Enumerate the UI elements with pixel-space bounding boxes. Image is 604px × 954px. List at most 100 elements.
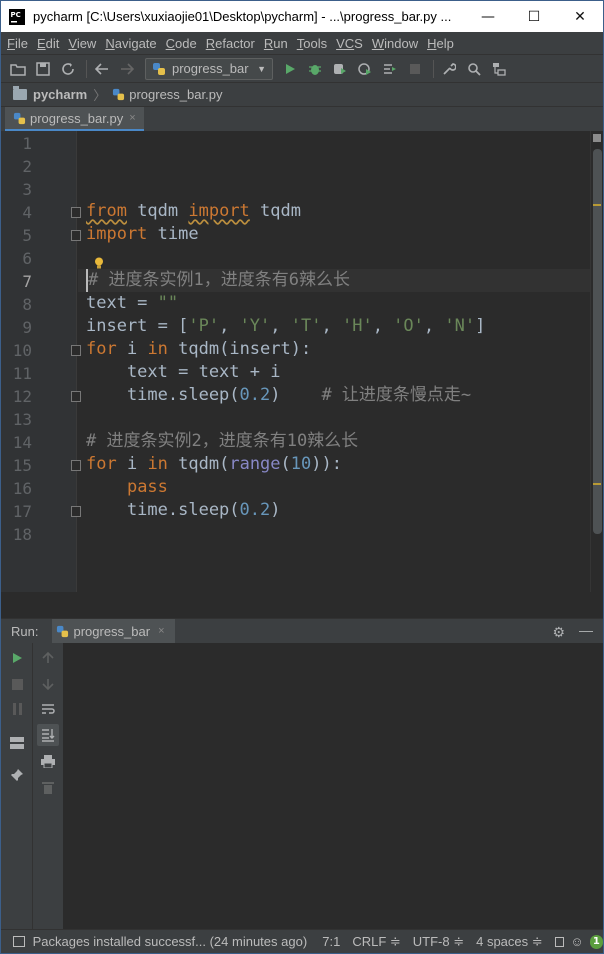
menu-navigate[interactable]: Navigate (101, 36, 160, 51)
menu-run[interactable]: Run (260, 36, 292, 51)
menu-bar: File Edit View Navigate Code Refactor Ru… (1, 32, 603, 54)
lock-icon[interactable] (554, 936, 565, 947)
line-number: 2 (22, 157, 32, 176)
restore-layout-icon[interactable] (6, 732, 28, 754)
run-icon[interactable] (279, 58, 301, 80)
stop-icon[interactable] (404, 58, 426, 80)
down-arrow-icon[interactable] (37, 673, 59, 695)
forward-arrow-icon[interactable] (116, 58, 138, 80)
gear-icon[interactable]: ⚙ (552, 624, 565, 641)
run-console-output[interactable] (63, 643, 603, 929)
profile-icon[interactable] (354, 58, 376, 80)
concurrency-diagram-icon[interactable] (379, 58, 401, 80)
close-tab-icon[interactable]: × (158, 625, 164, 637)
code-line-4: from tqdm import tqdm (86, 201, 301, 221)
event-log-badge[interactable]: 1 (589, 934, 603, 949)
run-tab-label: progress_bar (73, 623, 151, 639)
debug-icon[interactable] (304, 58, 326, 80)
scrollbar-thumb[interactable] (593, 149, 602, 534)
code-line-10: for i in tqdm(insert): (86, 339, 312, 359)
line-number: 10 (12, 341, 32, 360)
indent-select[interactable]: 4 spaces ≑ (476, 934, 543, 950)
breadcrumb-file[interactable]: progress_bar.py (129, 87, 222, 102)
back-arrow-icon[interactable] (91, 58, 113, 80)
editor-scrollbar[interactable] (590, 131, 603, 592)
open-folder-icon[interactable] (7, 58, 29, 80)
run-configuration-select[interactable]: progress_bar ▼ (145, 57, 273, 80)
pause-icon[interactable] (6, 698, 28, 720)
menu-refactor[interactable]: Refactor (202, 36, 259, 51)
code-line-14: # 进度条实例2，进度条有10辣么长 (86, 431, 359, 451)
warning-marker[interactable] (593, 204, 601, 206)
python-file-icon (13, 112, 26, 124)
menu-window[interactable]: Window (368, 36, 422, 51)
print-icon[interactable] (37, 750, 59, 772)
breadcrumb-project[interactable]: pycharm (33, 87, 87, 102)
window-title: pycharm [C:\Users\xuxiaojie01\Desktop\py… (33, 9, 452, 24)
lightbulb-icon[interactable] (94, 257, 104, 269)
tab-progress-bar-py[interactable]: progress_bar.py × (5, 107, 144, 132)
menu-vcs[interactable]: VCS (332, 36, 367, 51)
menu-view[interactable]: View (64, 36, 100, 51)
run-tab-progress-bar[interactable]: progress_bar × (52, 618, 175, 644)
tool-windows-toggle-icon[interactable] (13, 936, 25, 947)
code-line-7: # 进度条实例1，进度条有6辣么长 (86, 269, 350, 292)
line-number: 9 (22, 318, 32, 337)
pycharm-logo-icon: PC (9, 8, 25, 25)
line-number: 15 (12, 456, 32, 475)
line-number: 17 (12, 502, 32, 521)
soft-wrap-icon[interactable] (37, 698, 59, 720)
inspection-status-icon[interactable] (593, 134, 601, 142)
line-number: 4 (22, 203, 32, 222)
search-icon[interactable] (463, 58, 485, 80)
encoding-select[interactable]: UTF-8 ≑ (413, 934, 464, 950)
code-line-12: time.sleep(0.2) # 让进度条慢点走~ (86, 385, 472, 405)
line-number: 11 (12, 364, 32, 383)
status-message[interactable]: Packages installed successf... (24 minut… (33, 934, 311, 949)
python-file-icon (153, 62, 165, 75)
code-area[interactable]: from tqdm import tqdm import time # 进度条实… (78, 131, 590, 592)
menu-tools[interactable]: Tools (293, 36, 331, 51)
sync-icon[interactable] (57, 58, 79, 80)
minimize-button[interactable]: — (465, 1, 511, 32)
maximize-button[interactable]: ☐ (511, 1, 557, 32)
code-line-11: text = text + i (86, 362, 281, 382)
wrench-settings-icon[interactable] (438, 58, 460, 80)
warning-marker[interactable] (593, 483, 601, 485)
editor-bottom-area (1, 592, 603, 618)
line-number: 12 (12, 387, 32, 406)
title-bar: PC pycharm [C:\Users\xuxiaojie01\Desktop… (1, 1, 603, 32)
toolbar-separator (86, 59, 87, 78)
python-file-icon (113, 88, 125, 101)
run-with-coverage-icon[interactable] (329, 58, 351, 80)
inspector-icon[interactable]: ☺ (570, 934, 583, 949)
chevron-down-icon: ▼ (257, 63, 266, 74)
close-window-button[interactable]: ✕ (557, 1, 603, 32)
python-file-icon (57, 625, 69, 637)
pin-icon[interactable] (6, 764, 28, 786)
run-tool-window-header: Run: progress_bar × ⚙ — (1, 618, 603, 644)
save-all-icon[interactable] (32, 58, 54, 80)
code-line-16: pass (126, 477, 168, 497)
code-line-17: time.sleep(0.2) (86, 500, 281, 520)
menu-code[interactable]: Code (162, 36, 201, 51)
menu-edit[interactable]: Edit (33, 36, 63, 51)
hide-panel-icon[interactable]: — (579, 622, 593, 638)
line-number: 5 (22, 226, 32, 245)
code-line-9: insert = ['P', 'Y', 'T', 'H', 'O', 'N'] (86, 316, 486, 336)
stop-icon[interactable] (6, 673, 28, 695)
scroll-to-end-icon[interactable] (37, 724, 59, 746)
close-tab-icon[interactable]: × (129, 112, 135, 124)
caret-position[interactable]: 7:1 (322, 934, 340, 949)
menu-help[interactable]: Help (423, 36, 458, 51)
line-number: 14 (12, 433, 32, 452)
trash-icon[interactable] (37, 776, 59, 798)
rerun-icon[interactable] (6, 647, 28, 669)
code-editor[interactable]: 1 2 3 4 5 6 7 8 9 10 11 12 13 14 15 16 1… (1, 131, 603, 592)
line-separator-select[interactable]: CRLF ≑ (352, 934, 400, 950)
up-arrow-icon[interactable] (37, 647, 59, 669)
breadcrumb-separator-icon: 〉 (93, 88, 107, 103)
menu-file[interactable]: File (3, 36, 32, 51)
folder-icon (13, 86, 27, 100)
structure-tree-icon[interactable] (488, 58, 510, 80)
